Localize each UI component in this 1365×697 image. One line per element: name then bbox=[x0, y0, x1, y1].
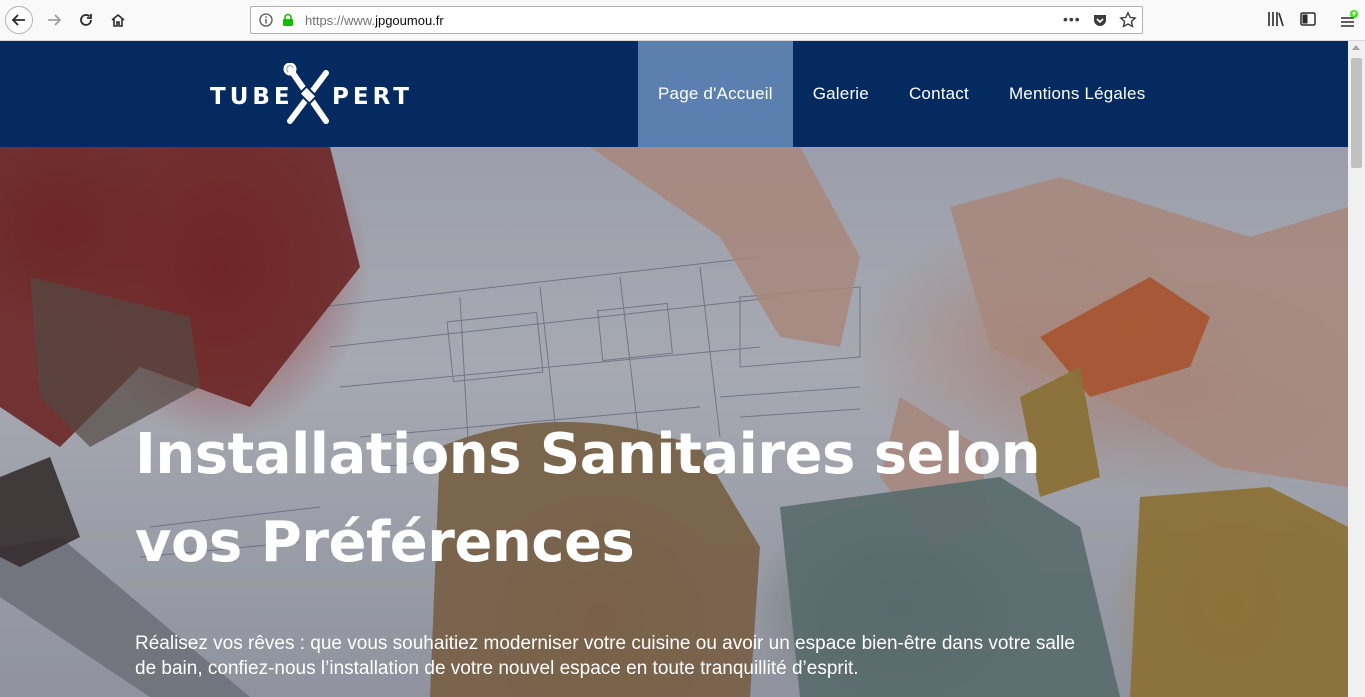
crossed-wrenches-logo-icon bbox=[283, 63, 329, 124]
sidebar-toggle-icon[interactable] bbox=[1299, 10, 1317, 28]
library-icon[interactable] bbox=[1267, 10, 1285, 28]
site-header: TUBE PERT Page d'Accueil Galerie Contact… bbox=[0, 41, 1348, 147]
reload-button[interactable] bbox=[72, 6, 100, 34]
address-bar[interactable]: https://www.jpgoumou.fr ••• bbox=[250, 6, 1143, 34]
scroll-up-arrow-icon[interactable] bbox=[1352, 45, 1360, 50]
url-domain: jpgoumou.fr bbox=[375, 13, 444, 28]
home-icon bbox=[111, 13, 125, 27]
page-actions-button[interactable]: ••• bbox=[1063, 11, 1081, 27]
reload-icon bbox=[80, 14, 92, 26]
home-button[interactable] bbox=[104, 6, 132, 34]
bookmark-star-icon[interactable] bbox=[1119, 11, 1137, 29]
pocket-icon[interactable] bbox=[1092, 12, 1108, 28]
nav-item-contact[interactable]: Contact bbox=[889, 41, 989, 147]
forward-arrow-icon bbox=[48, 14, 62, 26]
nav-item-home[interactable]: Page d'Accueil bbox=[638, 41, 793, 147]
secure-lock-icon[interactable] bbox=[281, 13, 295, 27]
main-nav: Page d'Accueil Galerie Contact Mentions … bbox=[638, 41, 1165, 147]
hero-title: Installations Sanitaires selon vos Préfé… bbox=[135, 422, 1041, 575]
url-text[interactable]: https://www.jpgoumou.fr bbox=[305, 13, 444, 28]
page-scrollbar[interactable] bbox=[1348, 41, 1365, 697]
logo-text-right: PERT bbox=[332, 84, 413, 110]
back-button[interactable] bbox=[5, 6, 33, 34]
hero-banner: Installations Sanitaires selon vos Préfé… bbox=[0, 147, 1348, 697]
hero-description: Réalisez vos rêves : que vous souhaitiez… bbox=[135, 633, 1075, 679]
back-arrow-icon bbox=[11, 14, 25, 26]
forward-button[interactable] bbox=[40, 6, 68, 34]
scrollbar-thumb[interactable] bbox=[1351, 58, 1362, 168]
site-logo[interactable]: TUBE PERT bbox=[210, 63, 410, 127]
info-icon[interactable] bbox=[259, 13, 273, 27]
nav-item-legal[interactable]: Mentions Légales bbox=[989, 41, 1165, 147]
app-menu-icon[interactable] bbox=[1339, 10, 1359, 30]
url-prefix: https://www. bbox=[305, 13, 376, 28]
browser-toolbar: https://www.jpgoumou.fr ••• bbox=[0, 0, 1365, 41]
nav-item-gallery[interactable]: Galerie bbox=[793, 41, 889, 147]
web-page: TUBE PERT Page d'Accueil Galerie Contact… bbox=[0, 41, 1348, 697]
